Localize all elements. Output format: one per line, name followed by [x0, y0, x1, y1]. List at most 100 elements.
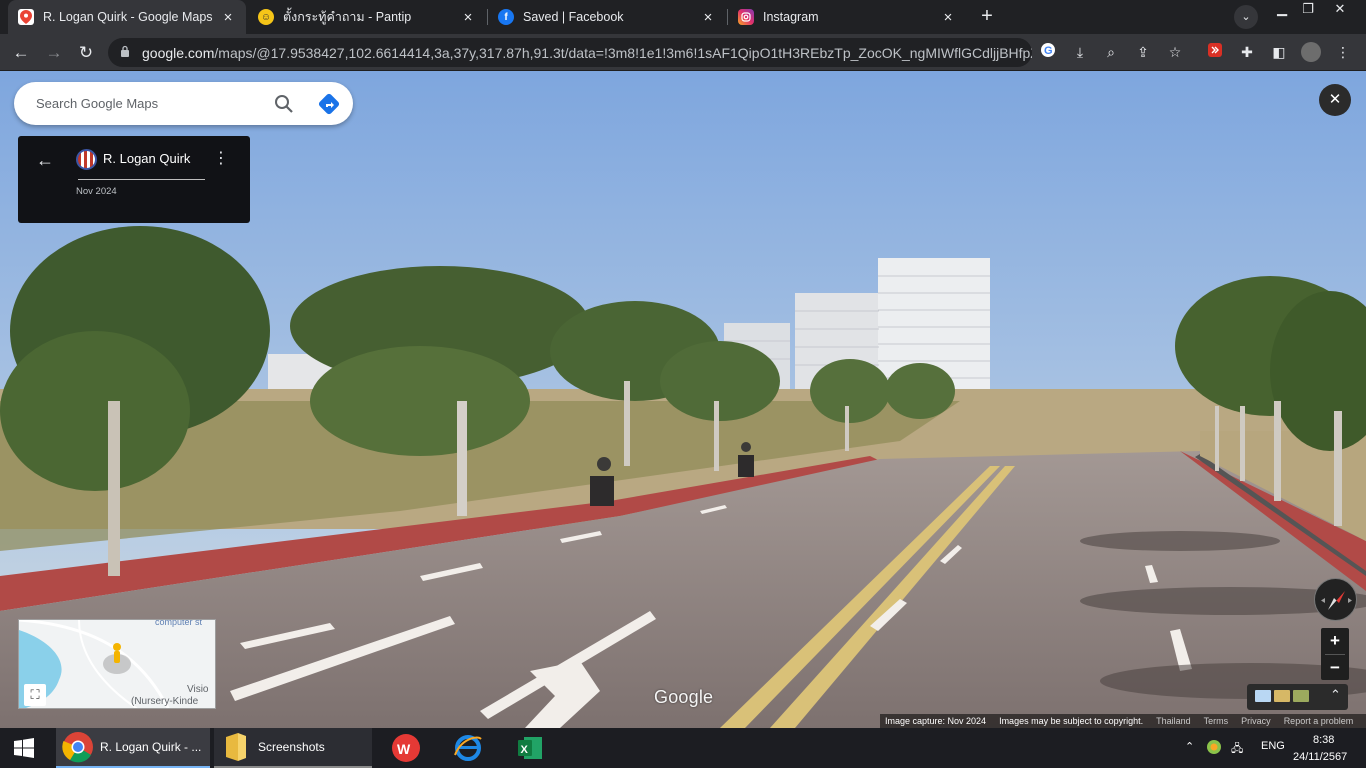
- tab-title: Saved | Facebook: [523, 10, 624, 24]
- photo-date: Nov 2024: [76, 186, 117, 197]
- url-path: /maps/@17.9538427,102.6614414,3a,37y,317…: [214, 44, 1032, 61]
- tray-overflow-icon[interactable]: ⌃: [1185, 740, 1194, 753]
- back-button[interactable]: ←: [8, 40, 34, 66]
- wps-office-icon: W: [392, 734, 420, 762]
- extensions-puzzle-icon[interactable]: ✚: [1237, 42, 1257, 62]
- search-icon[interactable]: [272, 92, 296, 116]
- imagery-layers-control[interactable]: ⌃: [1247, 684, 1348, 710]
- layer-thumbnail[interactable]: [1274, 690, 1290, 702]
- google-lens-icon[interactable]: G: [1038, 42, 1058, 62]
- tab-title: ตั้งกระทู้คำถาม - Pantip: [283, 10, 412, 24]
- taskbar-chrome[interactable]: R. Logan Quirk - ...: [56, 728, 210, 768]
- mini-map-label: (Nursery-Kinde: [131, 696, 199, 707]
- menu-kebab-icon[interactable]: ⋮: [1333, 42, 1353, 62]
- more-options-icon[interactable]: ⋮: [213, 150, 229, 168]
- privacy-link[interactable]: Privacy: [1241, 716, 1271, 726]
- tab-facebook[interactable]: f Saved | Facebook ×: [488, 0, 726, 34]
- zoom-in-button[interactable]: +: [1321, 628, 1349, 654]
- expand-icon[interactable]: ⛶: [24, 684, 46, 706]
- arrow-left-icon: ←: [12, 43, 30, 62]
- chrome-icon: [62, 732, 93, 763]
- directions-icon[interactable]: [317, 92, 341, 116]
- tab-strip: R. Logan Quirk - Google Maps × ☺ ตั้งกระ…: [0, 0, 1366, 34]
- copyright-notice: Images may be subject to copyright.: [999, 716, 1144, 726]
- taskbar-app-label: Screenshots: [258, 740, 325, 754]
- svg-text:G: G: [1044, 45, 1053, 57]
- facebook-icon: f: [498, 9, 514, 25]
- layer-thumbnail[interactable]: [1293, 690, 1309, 702]
- tab-title: R. Logan Quirk - Google Maps: [43, 10, 213, 24]
- new-tab-button[interactable]: +: [974, 5, 1000, 29]
- photo-info-card: ← R. Logan Quirk Nov 2024 ⋮: [18, 136, 250, 223]
- maps-search-box: [14, 82, 353, 125]
- contributor-avatar[interactable]: [76, 149, 97, 170]
- reload-button[interactable]: ↻: [73, 40, 99, 66]
- url-domain: google.com: [142, 44, 215, 61]
- language-indicator[interactable]: ENG: [1261, 740, 1285, 752]
- chevron-up-icon[interactable]: ⌃: [1330, 687, 1346, 702]
- terms-link[interactable]: Terms: [1204, 716, 1229, 726]
- close-tab-icon[interactable]: ×: [700, 9, 716, 26]
- side-panel-icon[interactable]: ◧: [1269, 42, 1289, 62]
- google-logo: Google: [654, 687, 714, 707]
- attribution-footer: Image capture: Nov 2024 Images may be su…: [880, 714, 1366, 728]
- start-button[interactable]: [0, 728, 48, 768]
- close-tab-icon[interactable]: ×: [460, 9, 476, 26]
- extension-red-icon[interactable]: [1205, 42, 1225, 62]
- address-bar[interactable]: google.com/maps/@17.9538427,102.6614414,…: [108, 38, 1032, 67]
- windows-taskbar: R. Logan Quirk - ... Screenshots W X ⌃ 🖧…: [0, 728, 1366, 768]
- reload-icon: ↻: [78, 43, 94, 62]
- search-input[interactable]: [36, 96, 256, 111]
- instagram-icon: [738, 9, 754, 25]
- divider: [78, 179, 205, 180]
- network-icon[interactable]: 🖧: [1231, 740, 1243, 759]
- compass-icon: [1321, 591, 1352, 610]
- url-text: google.com/maps/@17.9538427,102.6614414,…: [142, 45, 1032, 61]
- close-icon: ✕: [1328, 91, 1342, 108]
- layer-thumbnail[interactable]: [1255, 690, 1271, 702]
- forward-button[interactable]: →: [41, 40, 67, 66]
- back-arrow-icon[interactable]: ←: [36, 150, 56, 170]
- folder-icon: [226, 733, 246, 761]
- minimize-window-button[interactable]: ▁: [1268, 0, 1296, 20]
- close-street-view-button[interactable]: ✕: [1319, 84, 1351, 116]
- restore-window-button[interactable]: ❐: [1294, 0, 1322, 20]
- taskbar-wps[interactable]: W: [386, 728, 426, 768]
- clock-time[interactable]: 8:38: [1313, 734, 1334, 746]
- svg-text:X: X: [521, 744, 529, 756]
- taskbar-excel[interactable]: X: [510, 728, 550, 768]
- lock-icon: [120, 45, 134, 60]
- tab-pantip[interactable]: ☺ ตั้งกระทู้คำถาม - Pantip ×: [248, 0, 486, 34]
- clock-date[interactable]: 24/11/2567: [1293, 751, 1347, 763]
- zoom-out-button[interactable]: −: [1321, 655, 1349, 681]
- profile-avatar[interactable]: [1301, 42, 1321, 62]
- tab-instagram[interactable]: Instagram ×: [728, 0, 966, 34]
- install-app-icon[interactable]: ⤓: [1070, 42, 1090, 62]
- mini-map-label: Visio: [187, 684, 209, 695]
- taskbar-app-label: R. Logan Quirk - ...: [100, 740, 202, 754]
- compass-control[interactable]: [1314, 578, 1357, 621]
- taskbar-internet-explorer[interactable]: [448, 728, 488, 768]
- tab-google-maps[interactable]: R. Logan Quirk - Google Maps ×: [8, 0, 246, 34]
- taskbar-explorer[interactable]: Screenshots: [214, 728, 372, 768]
- bookmark-star-icon[interactable]: ☆: [1165, 42, 1185, 62]
- windows-logo-icon: [14, 738, 34, 758]
- report-problem-link[interactable]: Report a problem: [1284, 716, 1354, 726]
- tab-search-button[interactable]: ⌄: [1234, 5, 1258, 29]
- arrow-right-icon: →: [45, 43, 63, 62]
- street-view[interactable]: ← R. Logan Quirk Nov 2024 ⋮ ✕ computer s…: [0, 71, 1366, 728]
- close-tab-icon[interactable]: ×: [940, 9, 956, 26]
- contributor-name[interactable]: R. Logan Quirk: [103, 151, 190, 166]
- country-link[interactable]: Thailand: [1156, 716, 1191, 726]
- svg-text:W: W: [397, 741, 411, 757]
- tray-app-icon[interactable]: [1206, 739, 1222, 758]
- image-capture-date: Image capture: Nov 2024: [885, 716, 987, 726]
- close-window-button[interactable]: ✕: [1326, 0, 1354, 20]
- browser-toolbar: ← → ↻ google.com/maps/@17.9538427,102.66…: [0, 34, 1366, 71]
- share-icon[interactable]: ⇪: [1133, 42, 1153, 62]
- mini-map[interactable]: computer st Visio (Nursery-Kinde ⛶: [18, 619, 216, 709]
- tab-title: Instagram: [763, 10, 819, 24]
- zoom-icon[interactable]: ⌕: [1101, 42, 1121, 62]
- close-tab-icon[interactable]: ×: [220, 9, 236, 26]
- google-maps-icon: [18, 9, 34, 25]
